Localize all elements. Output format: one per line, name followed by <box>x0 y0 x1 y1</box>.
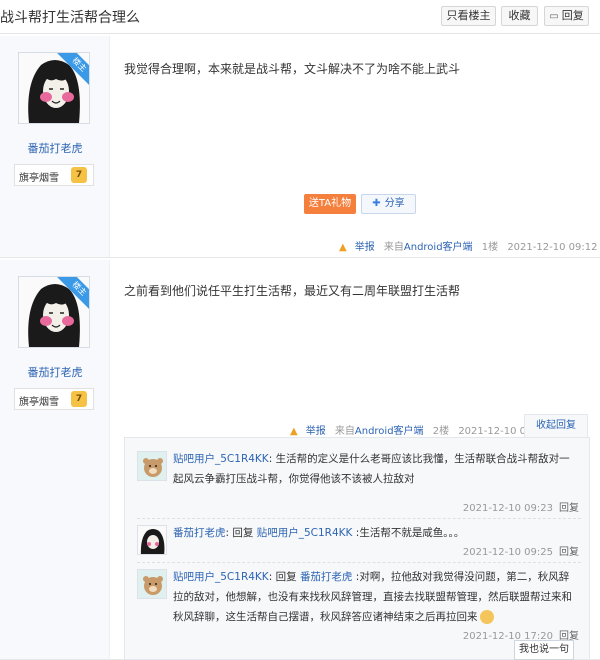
comment-reply-link[interactable]: 回复 <box>559 503 579 514</box>
gift-button[interactable]: 送TA礼物 <box>304 194 356 214</box>
source-client-link[interactable]: Android客户端 <box>355 426 424 437</box>
badge-name: 旗亭烟雪 <box>19 173 59 184</box>
collapse-replies-button[interactable]: 收起回复 <box>524 414 588 438</box>
bear-avatar-icon <box>138 452 166 480</box>
add-comment-button[interactable]: 我也说一句 <box>514 640 574 660</box>
comment-body: :生活帮不就是咸鱼。。。 <box>352 527 465 539</box>
share-plus-icon: ✚ <box>372 198 381 209</box>
comment-reply-word: 回复 <box>232 527 254 539</box>
comment-reply-link[interactable]: 回复 <box>559 547 579 558</box>
share-label: 分享 <box>384 198 405 209</box>
comment-meta: 2021-12-10 09:23 回复 <box>463 499 579 514</box>
reply-button-label: 回复 <box>561 9 584 22</box>
author-sidebar: 楼主 番茄打老虎 旗亭烟雪 7 <box>0 260 110 659</box>
comment-item: 贴吧用户_5C1R4KK: 生活帮的定义是什么老哥应该比我懂，生活帮联合战斗帮敌… <box>137 449 581 519</box>
post-tail: ▲ 举报 来自Android客户端 2楼 2021-12-10 09:16 <box>290 422 548 437</box>
warning-icon: ▲ <box>339 242 347 253</box>
report-label: 举报 <box>354 242 375 253</box>
author-sidebar: 楼主 番茄打老虎 旗亭烟雪 7 <box>0 36 110 257</box>
member-badge[interactable]: 旗亭烟雪 7 <box>14 164 94 186</box>
thread-header: 战斗帮打生活帮合理么 只看楼主 收藏 ▭ 回复 <box>0 0 600 34</box>
comment-text: 番茄打老虎: 回复 贴吧用户_5C1R4KK :生活帮不就是咸鱼。。。 <box>173 527 465 539</box>
comment-time: 2021-12-10 09:23 <box>462 503 553 514</box>
comment-target-user[interactable]: 番茄打老虎 <box>300 571 353 583</box>
comment-user[interactable]: 贴吧用户_5C1R4KK <box>173 571 269 583</box>
report-label: 举报 <box>305 426 326 437</box>
comment-time: 2021-12-10 09:25 <box>462 547 553 558</box>
favorite-button[interactable]: 收藏 <box>501 6 538 26</box>
comment-target-user[interactable]: 贴吧用户_5C1R4KK <box>257 527 353 539</box>
report-link[interactable]: ▲ 举报 <box>339 242 375 253</box>
only-author-button[interactable]: 只看楼主 <box>441 6 496 26</box>
reply-button[interactable]: ▭ 回复 <box>544 6 589 26</box>
member-badge[interactable]: 旗亭烟雪 7 <box>14 388 94 410</box>
floor-number: 1楼 <box>481 242 499 253</box>
comment-item: 贴吧用户_5C1R4KK: 回复 番茄打老虎 :对啊，拉他敌对我觉得没问题，第二… <box>137 567 581 646</box>
floor-number: 2楼 <box>432 426 450 437</box>
post-source: 来自Android客户端 <box>384 242 473 253</box>
level-badge: 7 <box>71 391 87 407</box>
source-prefix: 来自 <box>334 426 355 437</box>
comment-meta: 2021-12-10 09:25 回复 <box>463 543 579 558</box>
post-tail: ▲举报 来自Android客户端 1楼 2021-12-10 09:12 回复 <box>339 238 600 253</box>
source-prefix: 来自 <box>383 242 404 253</box>
comment-user[interactable]: 贴吧用户_5C1R4KK <box>173 453 269 465</box>
badge-name: 旗亭烟雪 <box>19 397 59 408</box>
post-time: 2021-12-10 09:12 <box>507 242 598 253</box>
author-name[interactable]: 番茄打老虎 <box>0 140 110 156</box>
warning-icon: ▲ <box>290 426 298 437</box>
avatar-image <box>138 526 166 554</box>
comment-item: 番茄打老虎: 回复 贴吧用户_5C1R4KK :生活帮不就是咸鱼。。。 2021… <box>137 523 581 563</box>
comment-icon: ▭ <box>549 11 559 22</box>
reply-thread: 贴吧用户_5C1R4KK: 生活帮的定义是什么老哥应该比我懂，生活帮联合战斗帮敌… <box>124 437 590 660</box>
avatar[interactable] <box>137 525 167 555</box>
thread-title: 战斗帮打生活帮合理么 <box>0 10 140 26</box>
post-content: 之前看到他们说任平生打生活帮，最近又有二周年联盟打生活帮 <box>124 284 461 298</box>
avatar[interactable]: 楼主 <box>18 52 90 124</box>
avatar[interactable] <box>137 451 167 481</box>
author-name[interactable]: 番茄打老虎 <box>0 364 110 380</box>
share-button[interactable]: ✚ 分享 <box>361 194 416 214</box>
avatar[interactable]: 楼主 <box>18 276 90 348</box>
comment-reply-word: 回复 <box>275 571 297 583</box>
comment-text: 贴吧用户_5C1R4KK: 回复 番茄打老虎 :对啊，拉他敌对我觉得没问题，第二… <box>173 571 572 624</box>
bear-avatar-icon <box>138 570 166 598</box>
comment-user[interactable]: 番茄打老虎 <box>173 527 226 539</box>
post-content: 我觉得合理啊，本来就是战斗帮，文斗解决不了为啥不能上武斗 <box>124 62 461 76</box>
source-client-link[interactable]: Android客户端 <box>404 242 473 253</box>
report-link[interactable]: ▲ 举报 <box>290 426 326 437</box>
post-floor-2: 楼主 番茄打老虎 旗亭烟雪 7 之前看到他们说任平生打生活帮，最近又有二周年联盟… <box>0 260 600 660</box>
level-badge: 7 <box>71 167 87 183</box>
comment-text: 贴吧用户_5C1R4KK: 生活帮的定义是什么老哥应该比我懂，生活帮联合战斗帮敌… <box>173 449 579 489</box>
post-floor-1: 楼主 番茄打老虎 旗亭烟雪 7 我觉得合理啊，本来就是战斗帮，文斗解决不了为啥不… <box>0 36 600 258</box>
post-source: 来自Android客户端 <box>335 426 424 437</box>
emoji-icon <box>479 610 494 624</box>
avatar[interactable] <box>137 569 167 599</box>
